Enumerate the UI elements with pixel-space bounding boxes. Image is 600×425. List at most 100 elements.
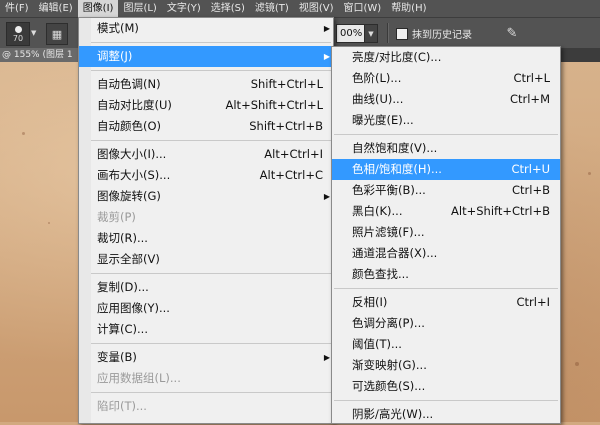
menu-item-shortcut: Shift+Ctrl+L — [250, 77, 323, 91]
menu-separator — [334, 400, 558, 401]
menu-item[interactable]: 应用图像(Y)... — [79, 298, 333, 319]
menu-item[interactable]: 裁切(R)... — [79, 228, 333, 249]
menubar-item[interactable]: 窗口(W) — [338, 0, 386, 17]
menu-item[interactable]: 反相(I) Ctrl+I — [332, 292, 560, 313]
menu-separator — [81, 343, 331, 344]
menu-separator — [334, 288, 558, 289]
brush-panel-toggle-icon[interactable]: ▦ — [46, 23, 68, 45]
menu-item-label: 照片滤镜(F)... — [352, 225, 425, 239]
menu-item[interactable]: 照片滤镜(F)... — [332, 222, 560, 243]
brush-tip-icon — [14, 25, 22, 33]
menu-item[interactable]: 自动对比度(U) Alt+Shift+Ctrl+L — [79, 95, 333, 116]
menu-item-shortcut: Ctrl+U — [511, 162, 550, 176]
adjustments-submenu: 亮度/对比度(C)... 色阶(L)... Ctrl+L 曲线(U)... Ctrl+M… — [331, 46, 561, 424]
opacity-dropdown-icon[interactable]: ▼ — [364, 24, 378, 43]
menu-item[interactable]: 自动色调(N) Shift+Ctrl+L — [79, 74, 333, 95]
menu-separator — [81, 70, 331, 71]
menubar-item[interactable]: 编辑(E) — [34, 0, 78, 17]
menu-item[interactable]: 模式(M) ▶ — [79, 18, 333, 39]
menu-item[interactable]: 调整(J) ▶ — [79, 46, 333, 67]
menu-item-shortcut: Ctrl+M — [509, 92, 550, 106]
menubar-item[interactable]: 帮助(H) — [386, 0, 431, 17]
menu-item-label: 应用图像(Y)... — [97, 301, 170, 315]
menu-item-label: 计算(C)... — [97, 322, 148, 336]
menubar-item[interactable]: 图像(I) — [77, 0, 119, 17]
menu-item-label: 色阶(L)... — [352, 71, 402, 85]
menu-item-label: 通道混合器(X)... — [352, 246, 438, 260]
image-menu: 模式(M) ▶ 调整(J) ▶ 自动色调(N) Shift+Ctrl+L 自动对比度(U) A… — [78, 17, 334, 424]
menu-item[interactable]: 黑白(K)... Alt+Shift+Ctrl+B — [332, 201, 560, 222]
menubar-item[interactable]: 视图(V) — [294, 0, 339, 17]
menu-item[interactable]: 通道混合器(X)... — [332, 243, 560, 264]
menu-item-shortcut: Shift+Ctrl+B — [249, 119, 323, 133]
menu-item-label: 自动色调(N) — [97, 77, 161, 91]
menu-item-label: 亮度/对比度(C)... — [352, 50, 442, 64]
menu-item-label: 画布大小(S)... — [97, 168, 171, 182]
menu-item-label: 调整(J) — [97, 49, 133, 63]
menu-item[interactable]: 渐变映射(G)... — [332, 355, 560, 376]
menubar-item[interactable]: 文字(Y) — [162, 0, 206, 17]
menu-item-label: 色彩平衡(B)... — [352, 183, 426, 197]
opacity-field[interactable]: 00% — [336, 24, 365, 43]
tablet-pressure-icon[interactable]: ✎ — [503, 24, 521, 42]
menu-item[interactable]: 色调分离(P)... — [332, 313, 560, 334]
menu-item[interactable]: 图像旋转(G) ▶ — [79, 186, 333, 207]
menu-item-label: 模式(M) — [97, 21, 139, 35]
menu-bar: 件(F) 编辑(E) 图像(I) 图层(L) 文字(Y) 选择(S) 滤镜(T) 视图(V) 窗… — [0, 0, 600, 17]
menu-item-label: 自然饱和度(V)... — [352, 141, 438, 155]
canvas-speck — [575, 362, 579, 366]
menu-item[interactable]: 计算(C)... — [79, 319, 333, 340]
menu-item-shortcut: Alt+Ctrl+I — [264, 147, 323, 161]
document-tab[interactable]: @ 155% (图层 1 — [0, 48, 80, 62]
menu-item[interactable]: 自动颜色(O) Shift+Ctrl+B — [79, 116, 333, 137]
menu-item[interactable]: 变量(B) ▶ — [79, 347, 333, 368]
menu-item[interactable]: 亮度/对比度(C)... — [332, 47, 560, 68]
menubar-item[interactable]: 滤镜(T) — [250, 0, 294, 17]
menu-item-label: 阈值(T)... — [352, 337, 402, 351]
menu-separator — [81, 273, 331, 274]
menu-item-shortcut: Alt+Ctrl+C — [259, 168, 323, 182]
brush-preset-picker[interactable]: 70 — [6, 22, 30, 46]
menu-item[interactable]: 阈值(T)... — [332, 334, 560, 355]
menu-item-label: 自动对比度(U) — [97, 98, 172, 112]
brush-size-label: 70 — [12, 33, 24, 43]
menu-item-label: 复制(D)... — [97, 280, 149, 294]
menu-item-label: 色调分离(P)... — [352, 316, 425, 330]
menu-item-label: 渐变映射(G)... — [352, 358, 427, 372]
erase-to-history-label: 抹到历史记录 — [412, 30, 472, 41]
canvas-speck — [588, 172, 591, 175]
menu-item[interactable]: 画布大小(S)... Alt+Ctrl+C — [79, 165, 333, 186]
menu-item-label: 图像大小(I)... — [97, 147, 167, 161]
erase-to-history-checkbox[interactable] — [396, 28, 408, 40]
menu-item[interactable]: 色彩平衡(B)... Ctrl+B — [332, 180, 560, 201]
menu-item[interactable]: 色相/饱和度(H)... Ctrl+U — [332, 159, 560, 180]
submenu-arrow-icon: ▶ — [323, 52, 330, 61]
menu-item-label: 显示全部(V) — [97, 252, 160, 266]
menu-separator — [81, 42, 331, 43]
menu-item-shortcut: Ctrl+B — [512, 183, 550, 197]
menu-item[interactable]: 色阶(L)... Ctrl+L — [332, 68, 560, 89]
menu-item[interactable]: 图像大小(I)... Alt+Ctrl+I — [79, 144, 333, 165]
menu-item[interactable]: 颜色查找... — [332, 264, 560, 285]
menu-item-label: 裁剪(P) — [97, 210, 136, 224]
chevron-down-icon[interactable]: ▼ — [31, 29, 36, 37]
menu-item[interactable]: 自然饱和度(V)... — [332, 138, 560, 159]
menubar-item[interactable]: 图层(L) — [118, 0, 161, 17]
menu-item: 应用数据组(L)... — [79, 368, 333, 389]
menu-item-label: 曝光度(E)... — [352, 113, 414, 127]
menu-item[interactable]: 显示全部(V) — [79, 249, 333, 270]
menu-item-label: 色相/饱和度(H)... — [352, 162, 442, 176]
menu-item[interactable]: 复制(D)... — [79, 277, 333, 298]
menu-item[interactable]: 曲线(U)... Ctrl+M — [332, 89, 560, 110]
menu-separator — [334, 134, 558, 135]
menu-item[interactable]: 曝光度(E)... — [332, 110, 560, 131]
menu-item[interactable]: 可选颜色(S)... — [332, 376, 560, 397]
menu-item-shortcut: Alt+Shift+Ctrl+B — [451, 204, 550, 218]
menu-item: 裁剪(P) — [79, 207, 333, 228]
menubar-item[interactable]: 选择(S) — [206, 0, 250, 17]
menu-separator — [81, 392, 331, 393]
menubar-item[interactable]: 件(F) — [0, 0, 34, 17]
menu-item-shortcut: Alt+Shift+Ctrl+L — [225, 98, 324, 112]
menu-item-label: 变量(B) — [97, 350, 137, 364]
menu-item: 陷印(T)... — [79, 396, 333, 417]
